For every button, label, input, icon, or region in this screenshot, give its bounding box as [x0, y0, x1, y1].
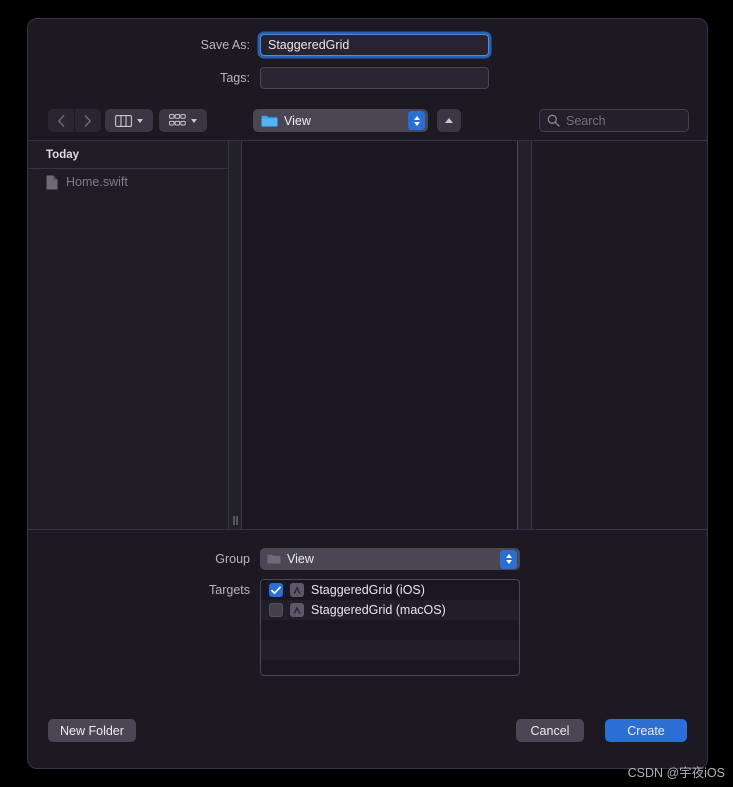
- save-dialog: Save As: StaggeredGrid Tags: View Search…: [27, 18, 708, 769]
- tags-row: Tags:: [28, 67, 707, 89]
- target-label: StaggeredGrid (macOS): [311, 603, 446, 617]
- tags-input[interactable]: [260, 67, 489, 89]
- save-as-row: Save As: StaggeredGrid: [28, 34, 707, 56]
- popup-stepper-icon: [500, 549, 517, 569]
- enclosing-folder-button[interactable]: [437, 109, 461, 132]
- chevron-right-icon: [84, 114, 92, 127]
- group-mode-button[interactable]: [159, 109, 207, 132]
- sidebar-item-home-swift[interactable]: Home.swift: [28, 169, 228, 195]
- search-placeholder: Search: [566, 113, 606, 128]
- file-browser: Today Home.swift: [28, 140, 707, 530]
- target-checkbox[interactable]: [269, 603, 283, 617]
- group-popup-button[interactable]: View: [260, 548, 520, 570]
- browser-toolbar: View Search: [28, 102, 707, 140]
- grid-view-icon: [169, 114, 186, 127]
- table-row[interactable]: StaggeredGrid (iOS): [261, 580, 519, 600]
- sidebar-section-header: Today: [28, 141, 228, 169]
- new-folder-button[interactable]: New Folder: [48, 719, 136, 742]
- create-button[interactable]: Create: [605, 719, 687, 742]
- tags-label: Tags:: [220, 71, 250, 85]
- table-row[interactable]: StaggeredGrid (macOS): [261, 600, 519, 620]
- chevron-down-icon: [191, 118, 197, 123]
- sidebar-item-label: Home.swift: [66, 175, 128, 189]
- save-as-label: Save As:: [200, 38, 250, 52]
- column-view-icon: [115, 114, 132, 127]
- column-resize-grip[interactable]: [232, 515, 239, 526]
- chevron-down-icon: [137, 118, 143, 123]
- xcode-target-icon: [290, 583, 304, 597]
- search-icon: [547, 114, 560, 127]
- sidebar: Today Home.swift: [28, 141, 229, 529]
- grey-folder-icon: [267, 553, 281, 565]
- table-row-empty: [261, 660, 519, 675]
- chevron-left-icon: [57, 114, 65, 127]
- group-row: Group View: [28, 548, 707, 570]
- view-mode-button[interactable]: [105, 109, 153, 132]
- blue-folder-icon: [261, 114, 278, 128]
- path-popup-button[interactable]: View: [253, 109, 428, 132]
- back-button[interactable]: [48, 109, 74, 132]
- column-contents[interactable]: [242, 141, 518, 529]
- table-row-empty: [261, 620, 519, 640]
- watermark: CSDN @宇夜iOS: [627, 766, 725, 780]
- save-form-area: Save As: StaggeredGrid Tags:: [28, 19, 707, 102]
- screen-root: Save As: StaggeredGrid Tags: View Search…: [0, 0, 733, 787]
- column-preview: [518, 141, 532, 529]
- save-as-value: StaggeredGrid: [268, 38, 350, 52]
- column-sliver[interactable]: [229, 141, 242, 529]
- group-value: View: [287, 552, 314, 566]
- path-popup-label: View: [284, 113, 311, 128]
- targets-label: Targets: [209, 583, 250, 597]
- save-as-input[interactable]: StaggeredGrid: [260, 34, 489, 56]
- targets-list[interactable]: StaggeredGrid (iOS) StaggeredGrid (macOS…: [260, 579, 520, 676]
- search-input[interactable]: Search: [539, 109, 689, 132]
- targets-row: Targets StaggeredGrid (iOS) StaggeredGri…: [28, 579, 707, 676]
- cancel-button[interactable]: Cancel: [516, 719, 584, 742]
- xcode-target-icon: [290, 603, 304, 617]
- target-checkbox[interactable]: [269, 583, 283, 597]
- document-icon: [46, 175, 58, 190]
- column-browser: [229, 141, 707, 529]
- forward-button[interactable]: [75, 109, 101, 132]
- save-options: Group View Targets StaggeredGrid (iOS) S…: [28, 530, 707, 700]
- column-empty-area: [532, 141, 707, 529]
- group-label: Group: [215, 552, 250, 566]
- popup-stepper-icon: [408, 111, 425, 130]
- target-label: StaggeredGrid (iOS): [311, 583, 425, 597]
- table-row-empty: [261, 640, 519, 660]
- chevron-up-icon: [445, 118, 453, 123]
- dialog-footer: New Folder Cancel Create: [28, 700, 707, 768]
